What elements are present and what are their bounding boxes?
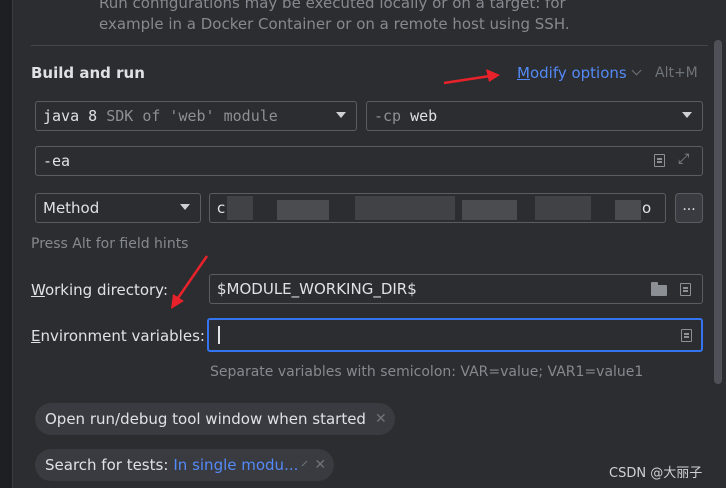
redacted-block <box>535 196 591 220</box>
environment-variables-label: Environment variables: <box>31 327 205 345</box>
folder-icon[interactable] <box>651 282 667 296</box>
working-directory-value: $MODULE_WORKING_DIR$ <box>217 280 417 298</box>
vm-options-value: -ea <box>43 152 71 170</box>
environment-variables-hint: Separate variables with semicolon: VAR=v… <box>210 364 644 380</box>
text-caret <box>218 326 220 344</box>
chip-open-tool-window-label: Open run/debug tool window when started <box>45 410 366 428</box>
redacted-block <box>277 200 329 220</box>
sdk-dropdown-text: java 8 SDK of 'web' module <box>43 107 278 125</box>
chevron-down-icon <box>631 65 642 76</box>
section-divider <box>31 45 708 46</box>
classpath-dropdown[interactable]: -cp web <box>366 101 703 131</box>
modify-options-mnemonic: M <box>517 64 530 82</box>
classpath-module: web <box>410 107 438 125</box>
chip-open-tool-window[interactable]: Open run/debug tool window when started … <box>35 403 395 435</box>
dropdown-arrow-icon <box>336 112 346 118</box>
browse-button[interactable]: ... <box>675 193 703 223</box>
redacted-block <box>227 196 253 220</box>
redacted-block <box>462 200 517 220</box>
red-arrow-annotation <box>443 69 500 85</box>
sdk-dropdown[interactable]: java 8 SDK of 'web' module <box>35 101 357 131</box>
modify-options-label: odify options <box>529 64 627 82</box>
search-scope-link[interactable]: In single modu... <box>173 456 298 474</box>
redacted-block <box>615 200 641 220</box>
working-directory-label: Working directory: <box>31 281 168 299</box>
working-directory-mnemonic: W <box>31 281 45 299</box>
section-title-build-and-run: Build and run <box>31 64 145 82</box>
classpath-flag: -cp <box>374 107 402 125</box>
modify-options-shortcut: Alt+M <box>655 65 698 81</box>
target-note-line-1: Run configurations may be executed local… <box>99 0 566 12</box>
red-arrow-annotation <box>171 255 209 309</box>
chevron-down-icon <box>302 460 308 466</box>
test-kind-dropdown[interactable]: Method <box>35 193 201 223</box>
left-tool-strip <box>0 0 13 488</box>
close-icon[interactable]: ✕ <box>314 457 326 473</box>
vertical-scrollbar[interactable] <box>714 40 722 384</box>
sdk-version: java 8 <box>43 107 98 125</box>
close-icon[interactable]: ✕ <box>375 411 387 427</box>
modify-options-link[interactable]: Modify options <box>517 64 642 82</box>
environment-variables-label-text: nvironment variables: <box>40 327 205 345</box>
target-note: Run configurations may be executed local… <box>99 0 659 35</box>
vm-options-field[interactable]: -ea ⤢ <box>35 146 703 176</box>
document-icon[interactable] <box>654 154 665 167</box>
working-directory-field[interactable]: $MODULE_WORKING_DIR$ <box>209 274 703 304</box>
dropdown-arrow-icon <box>682 112 692 118</box>
method-field[interactable]: c o <box>209 193 666 223</box>
dropdown-arrow-icon <box>180 204 190 210</box>
method-field-end: o <box>642 199 652 217</box>
method-field-start: c <box>217 199 226 217</box>
target-note-line-2: example in a Docker Container or on a re… <box>99 15 570 33</box>
classpath-dropdown-text: -cp web <box>374 107 437 125</box>
working-directory-label-text: orking directory: <box>44 281 169 299</box>
field-hint: Press Alt for field hints <box>31 236 189 252</box>
chip-search-for-tests[interactable]: Search for tests: In single modu... ✕ <box>35 449 334 481</box>
test-kind-value: Method <box>43 199 100 217</box>
document-icon[interactable] <box>681 329 692 342</box>
chip-search-for-tests-label: Search for tests: <box>45 456 169 474</box>
sdk-source: SDK of 'web' module <box>106 107 278 125</box>
redacted-block <box>355 196 455 220</box>
expand-icon[interactable]: ⤢ <box>678 151 689 167</box>
document-icon[interactable] <box>680 283 691 296</box>
watermark: CSDN @大丽子 <box>609 466 703 481</box>
environment-variables-field[interactable] <box>207 318 703 352</box>
